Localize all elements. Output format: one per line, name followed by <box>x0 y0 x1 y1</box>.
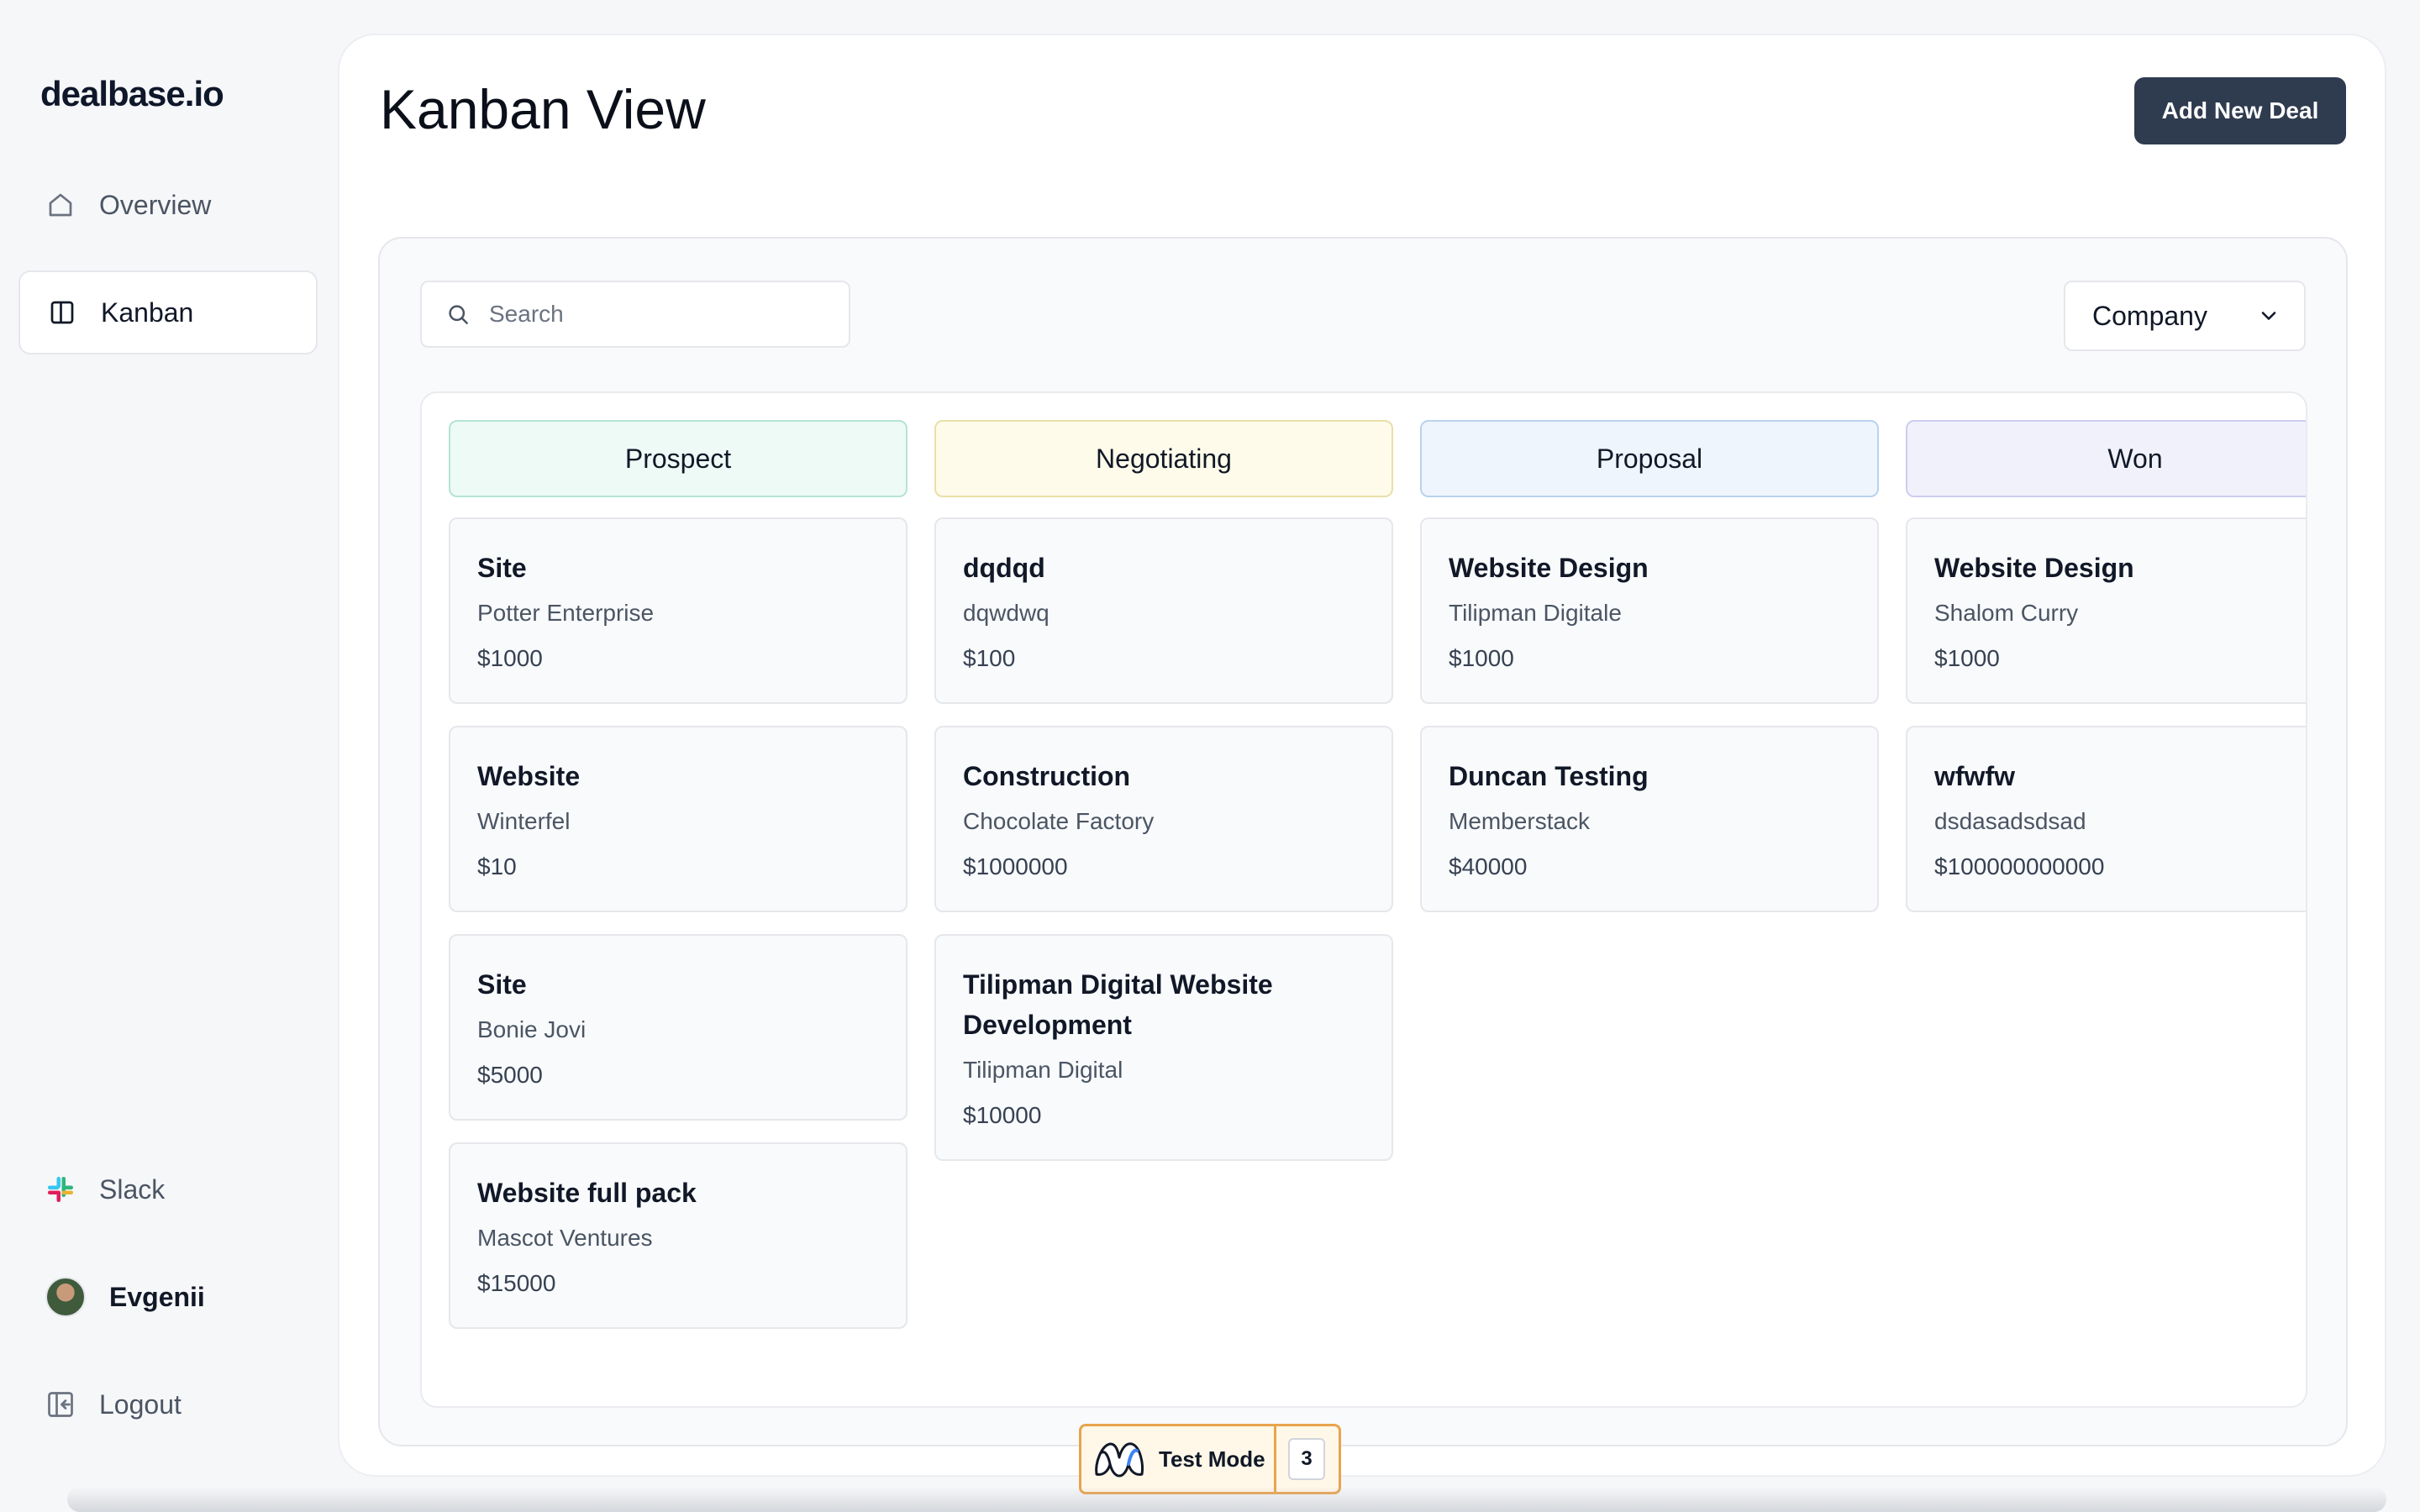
user-name: Evgenii <box>109 1281 205 1312</box>
group-by-value: Company <box>2092 300 2207 331</box>
kanban-column: Prospect Site Potter Enterprise $1000 Websit… <box>449 420 908 1351</box>
search-input[interactable] <box>489 301 825 328</box>
nav-item-slack-label: Slack <box>99 1173 166 1205</box>
deal-company: Potter Enterprise <box>477 600 655 626</box>
deal-amount: $15000 <box>477 1270 556 1296</box>
deal-card[interactable]: Website Winterfel $10 <box>449 726 908 912</box>
test-mode-badge[interactable]: Test Mode 3 <box>1079 1424 1341 1494</box>
deal-card[interactable]: Website Design Tilipman Digitale $1000 <box>1420 517 1879 704</box>
deal-amount: $100000000000 <box>1934 853 2105 879</box>
deal-company: Bonie Jovi <box>477 1016 587 1042</box>
avatar <box>45 1277 86 1317</box>
column-header: Proposal <box>1420 420 1879 497</box>
main-panel: Kanban View Add New Deal Company Prospec… <box>338 34 2386 1477</box>
deal-title: dqdqd <box>963 553 1045 583</box>
deal-company: dsdasadsdsad <box>1934 808 2086 834</box>
nav-item-slack[interactable]: Slack <box>18 1147 318 1231</box>
deal-company: Memberstack <box>1449 808 1591 834</box>
home-icon <box>49 193 72 217</box>
deal-company: Chocolate Factory <box>963 808 1155 834</box>
nav-item-kanban[interactable]: Kanban <box>18 270 318 354</box>
deal-company: Shalom Curry <box>1934 600 2079 626</box>
deal-title: wfwfw <box>1934 761 2015 791</box>
search-icon <box>449 305 468 324</box>
deal-amount: $1000 <box>1934 645 2000 671</box>
deal-card[interactable]: Duncan Testing Memberstack $40000 <box>1420 726 1879 912</box>
columns-icon <box>50 301 74 324</box>
deal-title: Website Design <box>1934 553 2134 583</box>
deal-card[interactable]: Tilipman Digital Website Development Tili… <box>934 934 1393 1161</box>
nav-item-kanban-label: Kanban <box>101 297 194 328</box>
nav-item-overview[interactable]: Overview <box>18 163 318 247</box>
deal-card[interactable]: Site Bonie Jovi $5000 <box>449 934 908 1121</box>
kanban-column: Proposal Website Design Tilipman Digitale $… <box>1420 420 1879 1351</box>
nav-item-logout-label: Logout <box>99 1389 182 1420</box>
deal-card[interactable]: Website full pack Mascot Ventures $15000 <box>449 1142 908 1329</box>
test-mode-count: 3 <box>1288 1438 1325 1480</box>
slack-icon <box>48 1177 73 1202</box>
test-mode-label: Test Mode <box>1159 1446 1265 1472</box>
deal-card[interactable]: Website Design Shalom Curry $1000 <box>1906 517 2306 704</box>
deal-amount: $1000 <box>477 645 543 671</box>
deal-amount: $10000 <box>963 1102 1042 1128</box>
group-by-select[interactable]: Company <box>2064 281 2306 351</box>
deal-amount: $100 <box>963 645 1016 671</box>
kanban-columns: Prospect Site Potter Enterprise $1000 Websit… <box>449 420 2306 1351</box>
deal-card[interactable]: Construction Chocolate Factory $1000000 <box>934 726 1393 912</box>
logout-icon <box>48 1392 73 1417</box>
deal-amount: $5000 <box>477 1062 543 1088</box>
deal-company: Winterfel <box>477 808 571 834</box>
window-bottom-edge <box>67 1487 2386 1512</box>
page-title: Kanban View <box>380 78 706 140</box>
deal-title: Duncan Testing <box>1449 761 1649 791</box>
kanban-board: Company Prospect Site Potter Enterprise $10… <box>378 237 2348 1446</box>
memberstack-logo-icon <box>1095 1442 1144 1478</box>
deal-title: Website <box>477 761 581 791</box>
deal-company: Tilipman Digitale <box>1449 600 1622 626</box>
deal-company: Tilipman Digital <box>963 1057 1123 1083</box>
deal-title: Website Design <box>1449 553 1649 583</box>
chevron-down-icon <box>2261 312 2276 320</box>
test-mode-main[interactable]: Test Mode <box>1081 1426 1276 1492</box>
column-header: Prospect <box>449 420 908 497</box>
deal-amount: $40000 <box>1449 853 1528 879</box>
deal-amount: $1000000 <box>963 853 1068 879</box>
nav-item-user[interactable]: Evgenii <box>18 1255 318 1339</box>
deal-card[interactable]: wfwfw dsdasadsdsad $100000000000 <box>1906 726 2306 912</box>
deal-card[interactable]: Site Potter Enterprise $1000 <box>449 517 908 704</box>
brand-logo[interactable]: dealbase.io <box>40 74 224 114</box>
kanban-column: Negotiating dqdqd dqwdwq $100 Construction Ch… <box>934 420 1393 1351</box>
nav-item-logout[interactable]: Logout <box>18 1362 318 1446</box>
deal-card[interactable]: dqdqd dqwdwq $100 <box>934 517 1393 704</box>
add-new-deal-button[interactable]: Add New Deal <box>2134 77 2346 144</box>
column-header: Won <box>1906 420 2306 497</box>
deal-title: Site <box>477 969 527 1000</box>
deal-amount: $10 <box>477 853 517 879</box>
deal-title: Tilipman Digital Website Development <box>963 969 1273 1040</box>
search-box[interactable] <box>420 281 850 348</box>
columns-container[interactable]: Prospect Site Potter Enterprise $1000 Websit… <box>420 391 2307 1408</box>
deal-title: Site <box>477 553 527 583</box>
deal-company: Mascot Ventures <box>477 1225 653 1251</box>
deal-title: Construction <box>963 761 1131 791</box>
deal-company: dqwdwq <box>963 600 1050 626</box>
kanban-column: Won Website Design Shalom Curry $1000 wfwfw d… <box>1906 420 2306 1351</box>
deal-title: Website full pack <box>477 1178 697 1208</box>
sidebar: dealbase.io Overview Kanban Slack Evgeni… <box>0 0 336 1512</box>
deal-amount: $1000 <box>1449 645 1514 671</box>
nav-item-overview-label: Overview <box>99 189 212 220</box>
column-header: Negotiating <box>934 420 1393 497</box>
